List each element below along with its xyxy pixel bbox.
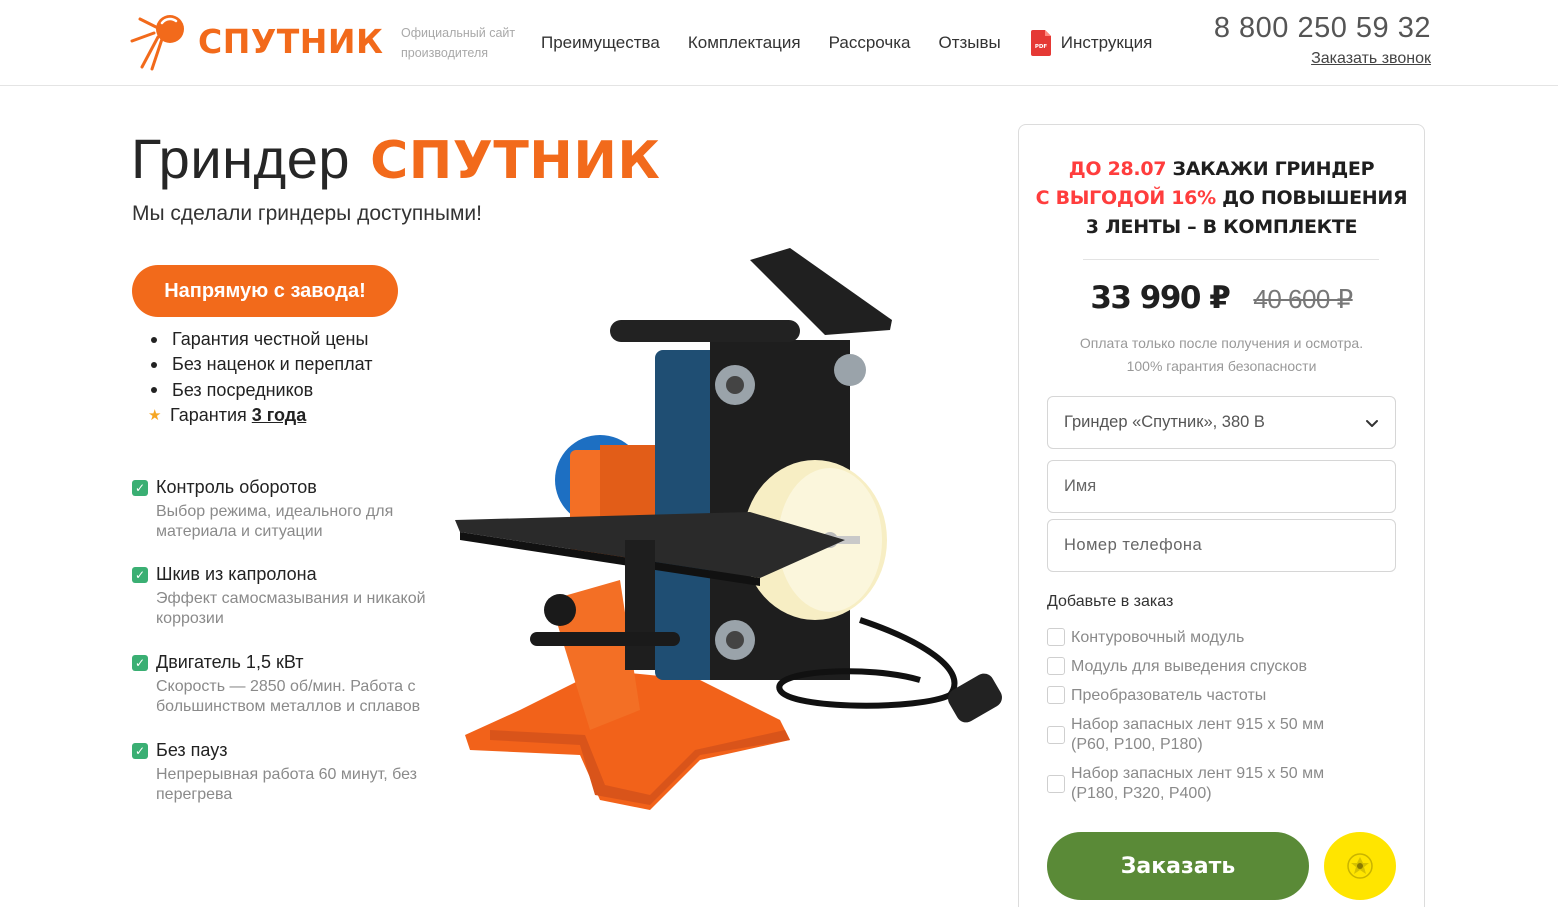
name-field[interactable]: Имя — [1047, 460, 1396, 513]
nav-reviews[interactable]: Отзывы — [938, 30, 1000, 56]
feature-item: ✓ Шкив из капролона Эффект самосмазывани… — [132, 563, 452, 629]
feature-desc: Непрерывная работа 60 минут, без перегре… — [156, 766, 417, 803]
addon-frequency-converter[interactable]: Преобразователь частоты — [1047, 686, 1266, 706]
hero-title-brand: СПУТНИК — [370, 131, 661, 191]
promo-line1: ЗАКАЖИ ГРИНДЕР — [1172, 158, 1375, 180]
promo-date: ДО 28.07 — [1068, 158, 1167, 180]
sputnik-logo-icon — [130, 15, 184, 71]
feature-item: ✓ Без пауз Непрерывная работа 60 минут, … — [132, 739, 452, 805]
order-button[interactable]: Заказать — [1047, 832, 1309, 900]
feature-desc: Скорость — 2850 об/мин. Работа с большин… — [156, 678, 421, 715]
feature-desc: Выбор режима, идеального для материала и… — [156, 503, 394, 540]
promo-headline: ДО 28.07 ЗАКАЖИ ГРИНДЕР С ВЫГОДОЙ 16% ДО… — [1019, 155, 1424, 242]
checkbox[interactable] — [1047, 686, 1065, 704]
nav-advantages[interactable]: Преимущества — [541, 30, 660, 56]
nav-instruction-label: Инструкция — [1060, 33, 1153, 52]
main-nav: Преимущества Комплектация Рассрочка Отзы… — [541, 30, 1152, 56]
bullet-dot — [151, 336, 157, 343]
model-select[interactable]: Гриндер «Спутник», 380 В — [1047, 396, 1396, 449]
bullet-dot — [151, 361, 157, 368]
checkbox[interactable] — [1047, 657, 1065, 675]
pdf-icon: PDF — [1030, 30, 1051, 56]
checkbox[interactable] — [1047, 775, 1065, 793]
logo-subtitle: Официальный сайт производителя — [401, 26, 516, 60]
addon-bevel-module[interactable]: Модуль для выведения спусков — [1047, 657, 1307, 677]
benefit-label: Без наценок и переплат — [172, 354, 373, 375]
bank-installment-button[interactable] — [1324, 832, 1396, 900]
name-placeholder: Имя — [1064, 477, 1097, 495]
addon-label: Набор запасных лент 915 х 50 мм (Р60, Р1… — [1071, 716, 1325, 753]
check-icon: ✓ — [132, 567, 148, 583]
bullet-dot — [151, 387, 157, 394]
addon-label: Преобразователь частоты — [1071, 687, 1267, 704]
grinder-product-image — [455, 248, 1002, 810]
warranty-item: ★ Гарантия 3 года — [148, 403, 373, 428]
addon-belt-set-fine[interactable]: Набор запасных лент 915 х 50 мм (Р180, Р… — [1047, 764, 1357, 804]
hero-title: Гриндер СПУТНИК — [131, 126, 660, 191]
addons-title: Добавьте в заказ — [1047, 593, 1174, 610]
benefit-item: Гарантия честной цены — [148, 327, 373, 352]
nav-equipment[interactable]: Комплектация — [688, 30, 801, 56]
pdf-badge: PDF — [1035, 44, 1048, 50]
site-header: СПУТНИК Официальный сайт производителя П… — [0, 0, 1558, 86]
chevron-down-icon — [1366, 420, 1378, 427]
promo-line3: 3 ЛЕНТЫ – В КОМПЛЕКТЕ — [1085, 216, 1358, 238]
hero-title-plain: Гриндер — [131, 127, 350, 190]
payment-note: Оплата только после получения и осмотра.… — [1019, 332, 1424, 378]
price-current: 33 990 ₽ — [1090, 280, 1231, 316]
feature-title: Двигатель 1,5 кВт — [156, 652, 304, 672]
price-block: 33 990 ₽ 40 600 ₽ — [1019, 280, 1424, 316]
feature-item: ✓ Контроль оборотов Выбор режима, идеаль… — [132, 476, 452, 542]
addon-label: Модуль для выведения спусков — [1071, 658, 1307, 675]
feature-title: Без пауз — [156, 740, 228, 760]
warranty-prefix: Гарантия — [170, 404, 247, 425]
nav-installments[interactable]: Рассрочка — [829, 30, 911, 56]
benefit-label: Без посредников — [172, 379, 314, 400]
header-phone[interactable]: 8 800 250 59 32 — [1214, 12, 1431, 45]
bank-emblem-icon — [1347, 853, 1373, 879]
check-icon: ✓ — [132, 655, 148, 671]
feature-desc: Эффект самосмазывания и никакой коррозии — [156, 590, 426, 627]
benefit-list: Гарантия честной цены Без наценок и пере… — [148, 327, 373, 428]
benefit-label: Гарантия честной цены — [172, 329, 369, 349]
payment-note-line: 100% гарантия безопасности — [1126, 358, 1317, 374]
addon-contour-module[interactable]: Контуровочный модуль — [1047, 628, 1244, 648]
benefit-item: Без наценок и переплат — [148, 352, 373, 377]
hero-subtitle: Мы сделали гриндеры доступными! — [132, 202, 482, 225]
check-icon: ✓ — [132, 743, 148, 759]
check-icon: ✓ — [132, 480, 148, 496]
logo[interactable]: СПУТНИК — [130, 10, 392, 72]
checkbox[interactable] — [1047, 726, 1065, 744]
callback-link[interactable]: Заказать звонок — [1311, 50, 1431, 68]
promo-discount: С ВЫГОДОЙ 16% — [1035, 187, 1216, 209]
nav-instruction[interactable]: PDF Инструкция — [1030, 30, 1153, 56]
promo-line2: ДО ПОВЫШЕНИЯ — [1222, 187, 1408, 209]
payment-note-line: Оплата только после получения и осмотра. — [1079, 335, 1364, 351]
logo-text: СПУТНИК — [198, 21, 384, 61]
model-select-value: Гриндер «Спутник», 380 В — [1064, 413, 1265, 431]
price-old: 40 600 ₽ — [1253, 284, 1353, 314]
feature-item: ✓ Двигатель 1,5 кВт Скорость — 2850 об/м… — [132, 651, 452, 717]
checkbox[interactable] — [1047, 628, 1065, 646]
warranty-term-link[interactable]: 3 года — [252, 403, 306, 428]
addon-belt-set-coarse[interactable]: Набор запасных лент 915 х 50 мм (Р60, Р1… — [1047, 715, 1357, 755]
star-icon: ★ — [148, 406, 162, 424]
divider — [1083, 259, 1379, 260]
addon-label: Набор запасных лент 915 х 50 мм (Р180, Р… — [1071, 765, 1325, 802]
feature-title: Контроль оборотов — [156, 477, 317, 497]
phone-placeholder: Номер телефона — [1064, 536, 1203, 554]
addon-label: Контуровочный модуль — [1071, 629, 1245, 646]
order-card: ДО 28.07 ЗАКАЖИ ГРИНДЕР С ВЫГОДОЙ 16% ДО… — [1018, 124, 1425, 907]
direct-from-factory-badge: Напрямую с завода! — [132, 265, 398, 317]
feature-title: Шкив из капролона — [156, 564, 317, 584]
benefit-item: Без посредников — [148, 378, 373, 403]
phone-field[interactable]: Номер телефона — [1047, 519, 1396, 572]
